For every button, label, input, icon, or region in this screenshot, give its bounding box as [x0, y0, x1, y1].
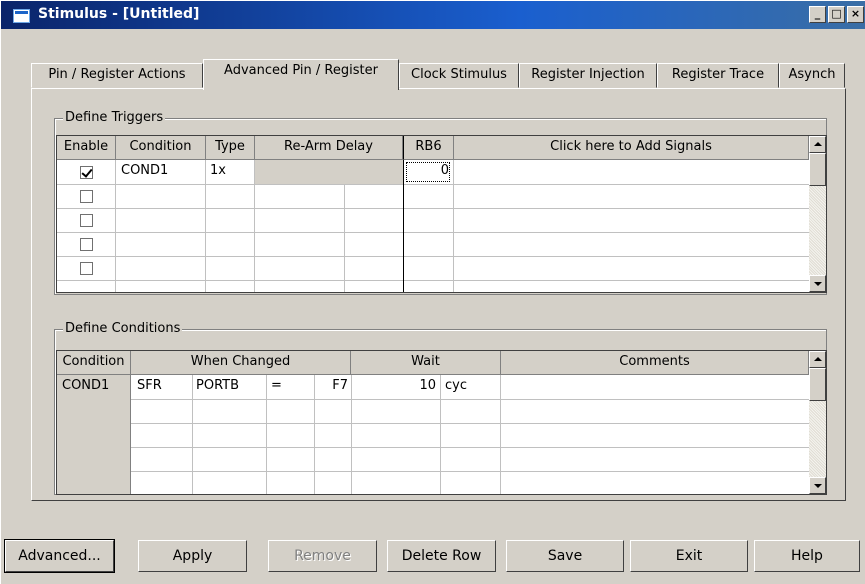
condition-register-1[interactable]: PORTB — [196, 375, 262, 399]
col-condition[interactable]: Condition — [57, 351, 131, 375]
col-when-changed[interactable]: When Changed — [131, 351, 351, 375]
triggers-grid[interactable]: Enable Condition Type Re-Arm Delay RB6 C… — [56, 135, 827, 293]
add-signals-header[interactable]: Click here to Add Signals — [454, 136, 809, 160]
define-triggers-group: Define Triggers Enable Condition Type Re… — [54, 110, 827, 295]
delete-row-button[interactable]: Delete Row — [387, 540, 496, 572]
enable-checkbox-3[interactable] — [80, 214, 93, 227]
exit-button[interactable]: Exit — [630, 540, 748, 572]
tab-register-trace[interactable]: Register Trace — [657, 63, 779, 88]
tab-register-injection[interactable]: Register Injection — [519, 63, 657, 88]
enable-checkbox-2[interactable] — [80, 190, 93, 203]
scroll-thumb[interactable] — [809, 153, 826, 186]
scroll-down-icon[interactable] — [809, 477, 826, 494]
col-comments[interactable]: Comments — [501, 351, 809, 375]
col-wait[interactable]: Wait — [351, 351, 501, 375]
scroll-up-icon[interactable] — [809, 351, 826, 368]
save-button[interactable]: Save — [506, 540, 624, 572]
col-condition[interactable]: Condition — [116, 136, 206, 160]
define-conditions-group: Define Conditions Condition When Changed… — [54, 321, 827, 495]
title-bar[interactable]: Stimulus - [Untitled] _ □ × — [1, 1, 865, 29]
col-type[interactable]: Type — [206, 136, 255, 160]
condition-name-1[interactable]: COND1 — [62, 375, 128, 399]
conditions-scrollbar[interactable] — [809, 351, 826, 494]
col-enable[interactable]: Enable — [57, 136, 116, 160]
stimulus-window: Stimulus - [Untitled] _ □ × Pin / Regist… — [0, 0, 865, 584]
tab-pin-register-actions[interactable]: Pin / Register Actions — [31, 63, 203, 88]
col-rearm-delay[interactable]: Re-Arm Delay — [255, 136, 403, 160]
condition-wait-unit-1[interactable]: cyc — [445, 375, 497, 399]
condition-value-1[interactable]: F7 — [315, 375, 348, 399]
apply-button[interactable]: Apply — [138, 540, 247, 572]
conditions-grid[interactable]: Condition When Changed Wait Comments CON… — [56, 350, 827, 495]
condition-comment-1[interactable] — [505, 375, 805, 399]
app-icon — [13, 9, 30, 23]
define-triggers-label: Define Triggers — [63, 110, 166, 125]
tab-asynch[interactable]: Asynch — [779, 63, 845, 88]
condition-operator-1[interactable]: = — [271, 375, 311, 399]
enable-checkbox-1[interactable] — [80, 166, 93, 179]
remove-button[interactable]: Remove — [268, 540, 377, 572]
enable-checkbox-4[interactable] — [80, 238, 93, 251]
enable-checkbox-5[interactable] — [80, 262, 93, 275]
rearm-delay-cell[interactable] — [255, 160, 403, 184]
maximize-button[interactable]: □ — [828, 6, 845, 23]
minimize-button[interactable]: _ — [809, 6, 826, 23]
condition-sfr-1[interactable]: SFR — [137, 375, 189, 399]
rb6-value-1[interactable]: 0 — [405, 161, 451, 183]
tab-clock-stimulus[interactable]: Clock Stimulus — [399, 63, 519, 88]
scroll-down-icon[interactable] — [809, 275, 826, 292]
advanced-button[interactable]: Advanced... — [4, 539, 115, 573]
triggers-scrollbar[interactable] — [809, 136, 826, 292]
condition-wait-1[interactable]: 10 — [352, 375, 436, 399]
help-button[interactable]: Help — [754, 540, 860, 572]
tab-panel: Define Triggers Enable Condition Type Re… — [31, 88, 846, 501]
col-rb6[interactable]: RB6 — [403, 136, 454, 160]
scroll-up-icon[interactable] — [809, 136, 826, 153]
scroll-thumb[interactable] — [809, 368, 826, 401]
trigger-type-1[interactable]: 1x — [210, 160, 250, 184]
trigger-condition-1[interactable]: COND1 — [121, 160, 201, 184]
define-conditions-label: Define Conditions — [63, 321, 183, 336]
close-button[interactable]: × — [847, 6, 864, 23]
tab-advanced-pin-register[interactable]: Advanced Pin / Register — [203, 59, 399, 90]
window-title: Stimulus - [Untitled] — [38, 6, 200, 22]
